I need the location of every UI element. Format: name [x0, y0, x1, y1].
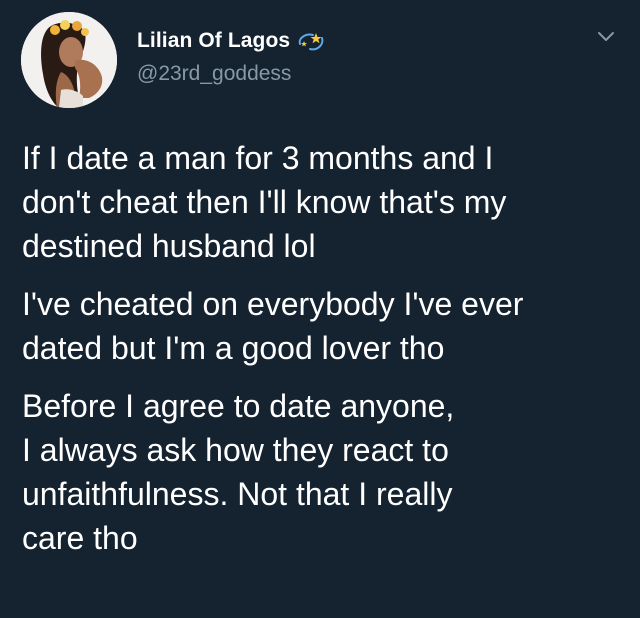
- tweet-paragraph: If I date a man for 3 months and I don't…: [22, 140, 507, 264]
- dizzy-star-emoji-icon: [298, 33, 324, 51]
- profile-photo-avatar: [21, 12, 117, 108]
- tweet-card: Lilian Of Lagos @23rd_goddess If I date …: [0, 0, 640, 618]
- tweet-paragraph: Before I agree to date anyone, I always …: [22, 388, 455, 556]
- chevron-down-icon[interactable]: [596, 30, 616, 44]
- tweet-body: If I date a man for 3 months and I don't…: [22, 136, 627, 560]
- user-handle[interactable]: @23rd_goddess: [137, 62, 326, 86]
- avatar[interactable]: [21, 12, 117, 108]
- tweet-header: Lilian Of Lagos @23rd_goddess: [137, 28, 326, 86]
- tweet-paragraph: I've cheated on everybody I've ever date…: [22, 286, 524, 366]
- display-name[interactable]: Lilian Of Lagos: [137, 29, 290, 53]
- display-name-row: Lilian Of Lagos: [137, 28, 326, 54]
